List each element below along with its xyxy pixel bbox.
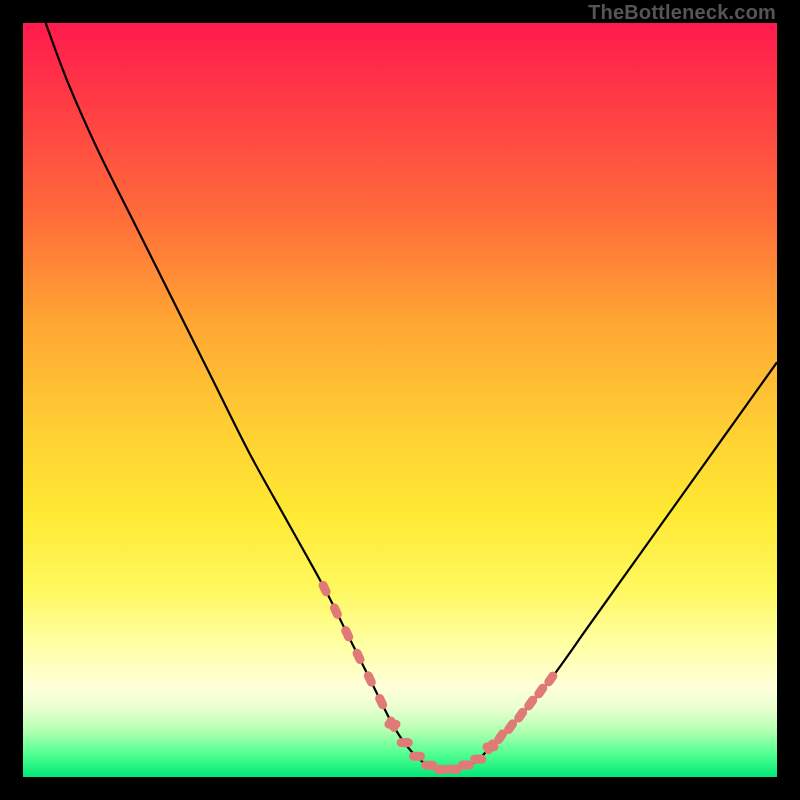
curve-marker — [340, 625, 355, 643]
curve-marker — [397, 738, 413, 747]
curve-marker — [374, 692, 389, 710]
curve-marker — [328, 602, 343, 620]
watermark-text: TheBottleneck.com — [588, 2, 776, 25]
curve-marker — [362, 670, 377, 688]
chart-svg — [23, 23, 777, 777]
curve-marker — [409, 752, 425, 761]
bottleneck-curve-line — [46, 23, 777, 770]
curve-marker — [384, 720, 400, 729]
chart-gradient-area — [23, 23, 777, 777]
curve-markers — [317, 579, 559, 774]
outer-frame: TheBottleneck.com — [0, 0, 800, 800]
curve-marker — [470, 755, 486, 764]
curve-marker — [317, 579, 332, 597]
curve-marker — [351, 647, 366, 665]
